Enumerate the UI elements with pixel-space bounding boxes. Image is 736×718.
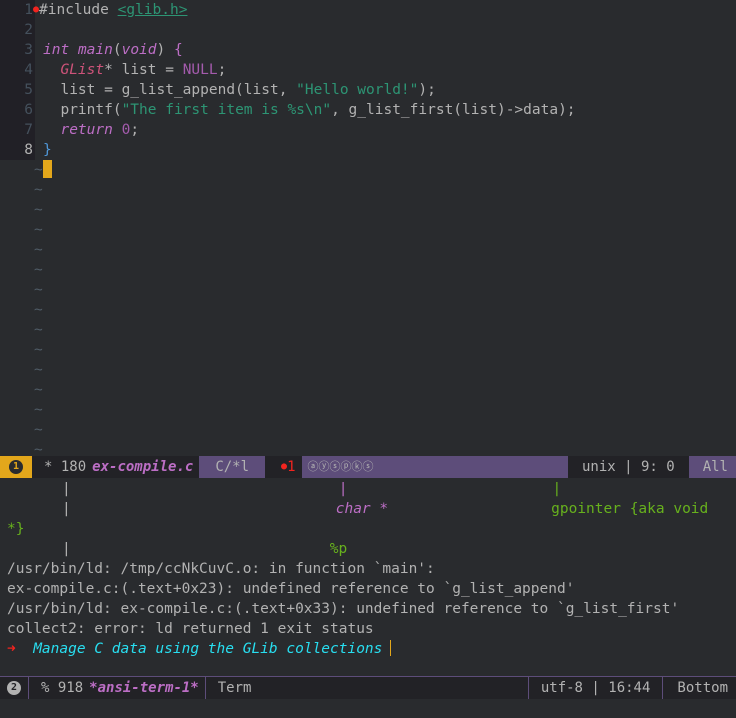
prompt-arrow-icon: ➜ bbox=[7, 641, 16, 657]
empty-line-marker: ~ bbox=[34, 222, 43, 238]
empty-line-marker: ~ bbox=[34, 402, 43, 418]
code-line-5[interactable]: 5 list = g_list_append(list, "Hello worl… bbox=[0, 80, 736, 100]
terminal-line: | | | bbox=[62, 481, 562, 497]
code-editor[interactable]: 1 ● #include <glib.h> 2 3 int main(void) { … bbox=[0, 0, 736, 458]
line-number: 3 bbox=[24, 42, 33, 58]
buffer-state: % 918 bbox=[41, 680, 84, 696]
terminal-line: collect2: error: ld returned 1 exit stat… bbox=[7, 621, 374, 637]
terminal-line: | char * gpointer {aka void bbox=[62, 501, 709, 517]
empty-line-marker: ~ bbox=[34, 202, 43, 218]
buffer-state: * 180 bbox=[44, 459, 87, 475]
buffer-position: Bottom bbox=[677, 680, 728, 696]
terminal-line: ex-compile.c:(.text+0x23): undefined ref… bbox=[7, 581, 575, 597]
terminal-line: *} bbox=[7, 521, 25, 537]
terminal-line: /usr/bin/ld: ex-compile.c:(.text+0x33): … bbox=[7, 601, 680, 617]
empty-line-marker: ~ bbox=[34, 422, 43, 438]
empty-line-marker: ~ bbox=[34, 362, 43, 378]
minor-mode-flags[interactable]: ⓐⓨⓢⓟⓚⓢ bbox=[302, 456, 380, 478]
empty-line-marker: ~ bbox=[34, 302, 43, 318]
empty-line-marker: ~ bbox=[34, 182, 43, 198]
code-line-6[interactable]: 6 printf("The first item is %s\n", g_lis… bbox=[0, 100, 736, 120]
line-number: 6 bbox=[24, 102, 33, 118]
empty-line-marker: ~ bbox=[34, 262, 43, 278]
terminal-output[interactable]: | | | | char * gpointer {aka void *} | %p /us… bbox=[0, 479, 736, 676]
major-mode[interactable]: C/*l bbox=[199, 456, 265, 478]
terminal-cursor bbox=[390, 640, 392, 656]
code-line-1[interactable]: 1 ● #include <glib.h> bbox=[0, 0, 736, 20]
code-line-8[interactable]: 8} bbox=[0, 140, 736, 160]
empty-line-marker: ~ bbox=[34, 382, 43, 398]
terminal-prompt[interactable]: ➜ Manage C data using the GLib collectio… bbox=[0, 639, 736, 659]
major-mode[interactable]: Term bbox=[206, 677, 258, 699]
buffer-position: All bbox=[702, 459, 728, 475]
empty-line-marker: ~ bbox=[34, 322, 43, 338]
line-number: 8 bbox=[24, 142, 33, 158]
empty-line-marker: ~ bbox=[0, 160, 736, 180]
encoding-and-time: utf-8 | 16:44 bbox=[540, 680, 651, 696]
line-number: 2 bbox=[24, 22, 33, 38]
eol-and-position: unix | 9: 0 bbox=[581, 459, 675, 475]
line-number: 5 bbox=[24, 82, 33, 98]
modeline-editor: 1 * 180 ex-compile.c C/*l ●1 ⓐⓨⓢⓟⓚⓢ unix… bbox=[0, 456, 736, 478]
line-number: 4 bbox=[24, 62, 33, 78]
modeline-terminal: 2 % 918 *ansi-term-1* Term utf-8 | 16:44… bbox=[0, 676, 736, 700]
text-cursor bbox=[42, 160, 52, 178]
code-line-4[interactable]: 4 GList* list = NULL; bbox=[0, 60, 736, 80]
empty-line-marker: ~ bbox=[34, 242, 43, 258]
empty-line-marker: ~ bbox=[34, 282, 43, 298]
buffer-name[interactable]: ex-compile.c bbox=[92, 456, 199, 478]
code-line-2[interactable]: 2 bbox=[0, 20, 736, 40]
window-number-badge[interactable]: 2 bbox=[7, 681, 21, 695]
line-number: 7 bbox=[24, 122, 33, 138]
terminal-line: /usr/bin/ld: /tmp/ccNkCuvC.o: in functio… bbox=[7, 561, 435, 577]
terminal-line: | %p bbox=[62, 541, 348, 557]
buffer-name[interactable]: *ansi-term-1* bbox=[89, 677, 205, 699]
code-line-7[interactable]: 7 return 0; bbox=[0, 120, 736, 140]
window-number-badge[interactable]: 1 bbox=[9, 460, 23, 474]
line-number: 1 bbox=[24, 2, 33, 18]
empty-line-marker: ~ bbox=[34, 342, 43, 358]
echo-area[interactable] bbox=[0, 699, 736, 718]
flycheck-errors[interactable]: ●1 bbox=[265, 456, 301, 478]
code-line-3[interactable]: 3 int main(void) { bbox=[0, 40, 736, 60]
